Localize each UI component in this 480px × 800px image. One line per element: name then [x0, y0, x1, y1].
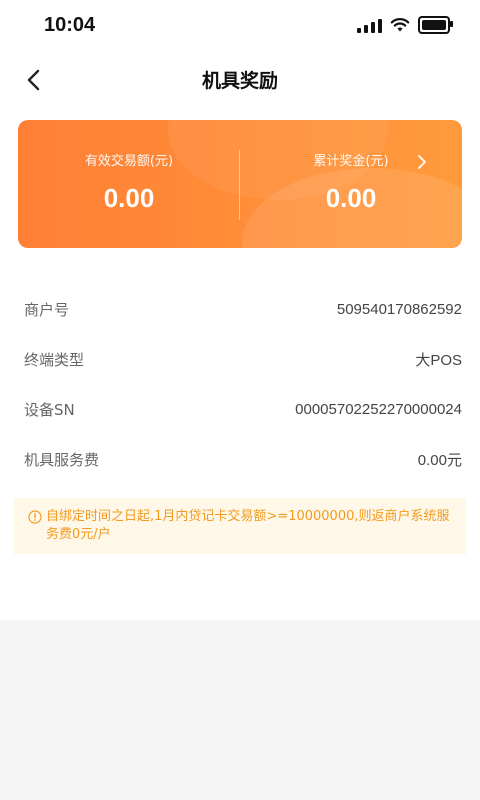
total-bonus-label: 累计奖金(元)	[313, 154, 389, 169]
info-value: 大POS	[415, 351, 462, 369]
info-value: 00005702252270000024	[295, 400, 462, 418]
main-content: 有效交易额(元) 0.00 累计奖金(元) 0.00 商户号 509540170…	[0, 104, 480, 620]
info-label: 终端类型	[24, 350, 85, 369]
wifi-icon	[390, 18, 410, 32]
signal-icon	[357, 17, 382, 33]
info-label: 商户号	[24, 300, 70, 319]
notice-text: 自绑定时间之日起,1月内贷记卡交易额>=10000000,则返商户系统服务费0元…	[46, 509, 450, 542]
info-value: 509540170862592	[336, 300, 462, 318]
battery-icon	[418, 16, 453, 34]
total-bonus-value: 0.00	[325, 183, 377, 213]
reward-notice: 自绑定时间之日起,1月内贷记卡交易额>=10000000,则返商户系统服务费0元…	[14, 498, 466, 554]
info-row-merchant-id: 商户号 509540170862592	[0, 284, 480, 334]
status-time: 10:04	[44, 14, 96, 36]
info-row-device-sn: 设备SN 00005702252270000024	[0, 384, 480, 434]
nav-bar: 机具奖励	[0, 56, 480, 104]
info-circle-icon	[28, 510, 42, 524]
info-label: 机具服务费	[24, 450, 100, 469]
status-icons	[357, 16, 453, 34]
reward-summary-card: 有效交易额(元) 0.00 累计奖金(元) 0.00	[18, 120, 462, 248]
chevron-right-icon[interactable]	[416, 154, 428, 170]
valid-transaction-stat: 有效交易额(元) 0.00	[18, 150, 240, 214]
total-bonus-stat[interactable]: 累计奖金(元) 0.00	[240, 150, 462, 214]
info-row-terminal-type: 终端类型 大POS	[0, 334, 480, 384]
info-value: 0.00元	[417, 451, 462, 469]
status-bar: 10:04	[0, 0, 480, 56]
info-row-service-fee: 机具服务费 0.00元	[0, 434, 480, 484]
valid-transaction-label: 有效交易额(元)	[84, 154, 174, 169]
page-title: 机具奖励	[201, 70, 278, 92]
valid-transaction-value: 0.00	[103, 183, 155, 213]
info-label: 设备SN	[24, 400, 75, 419]
device-info-list: 商户号 509540170862592 终端类型 大POS 设备SN 00005…	[0, 284, 480, 484]
